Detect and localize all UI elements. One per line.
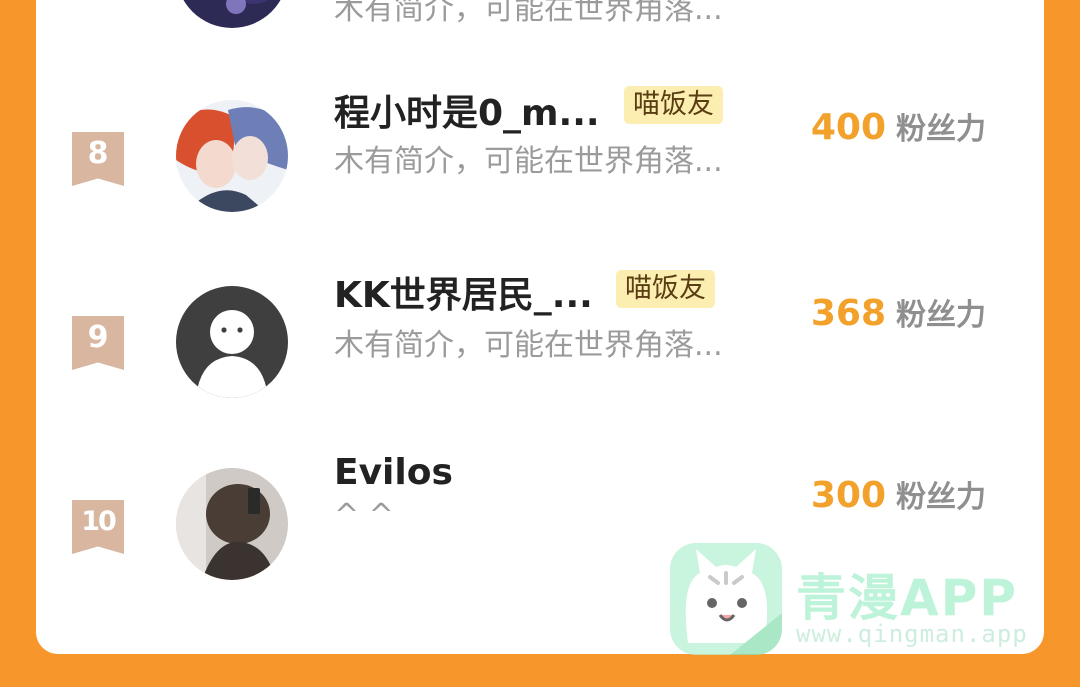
- user-intro: 木有简介，可能在世界角落...: [334, 328, 723, 363]
- default-avatar-icon[interactable]: [176, 286, 288, 398]
- fan-power: 368 粉丝力: [811, 290, 986, 334]
- user-intro: 木有简介，可能在世界角落...: [334, 144, 723, 179]
- list-item-rank-9[interactable]: 9 KK世界居民_... 喵饭友 木有简介，可能在世界角落... 368 粉丝力: [36, 270, 1044, 436]
- fan-ranking-card: 木有简介，可能在世界角落... 8 程小时是0_m... 喵饭友 木有简介，可能…: [36, 0, 1044, 654]
- fan-power-unit: 粉丝力: [896, 480, 986, 515]
- fan-power: 300 粉丝力: [811, 472, 986, 516]
- user-avatar[interactable]: [176, 0, 288, 28]
- user-intro: ^ ^: [334, 498, 394, 533]
- fan-power-unit: 粉丝力: [896, 298, 986, 333]
- user-name[interactable]: 程小时是0_m...: [334, 84, 600, 136]
- user-avatar[interactable]: [176, 100, 288, 212]
- fan-power-unit: 粉丝力: [896, 112, 986, 147]
- user-name[interactable]: Evilos: [334, 452, 453, 493]
- fan-badge: 喵饭友: [616, 270, 715, 308]
- watermark-url: www.qingman.app: [796, 620, 1028, 648]
- list-item-rank-8[interactable]: 8 程小时是0_m... 喵饭友 木有简介，可能在世界角落... 400 粉丝力: [36, 86, 1044, 250]
- user-intro: 木有简介，可能在世界角落...: [334, 0, 723, 27]
- user-avatar[interactable]: [176, 468, 288, 580]
- rank-ribbon: 8: [72, 132, 124, 186]
- user-name[interactable]: KK世界居民_...: [334, 266, 593, 318]
- rank-ribbon: 9: [72, 316, 124, 370]
- qingman-logo-icon: [670, 543, 782, 655]
- fan-power-value: 400: [810, 107, 886, 148]
- fan-power-value: 368: [810, 293, 886, 334]
- fan-power-value: 300: [810, 475, 886, 516]
- rank-ribbon: 10: [72, 500, 124, 554]
- fan-power: 400 粉丝力: [811, 104, 986, 148]
- fan-badge: 喵饭友: [624, 86, 723, 124]
